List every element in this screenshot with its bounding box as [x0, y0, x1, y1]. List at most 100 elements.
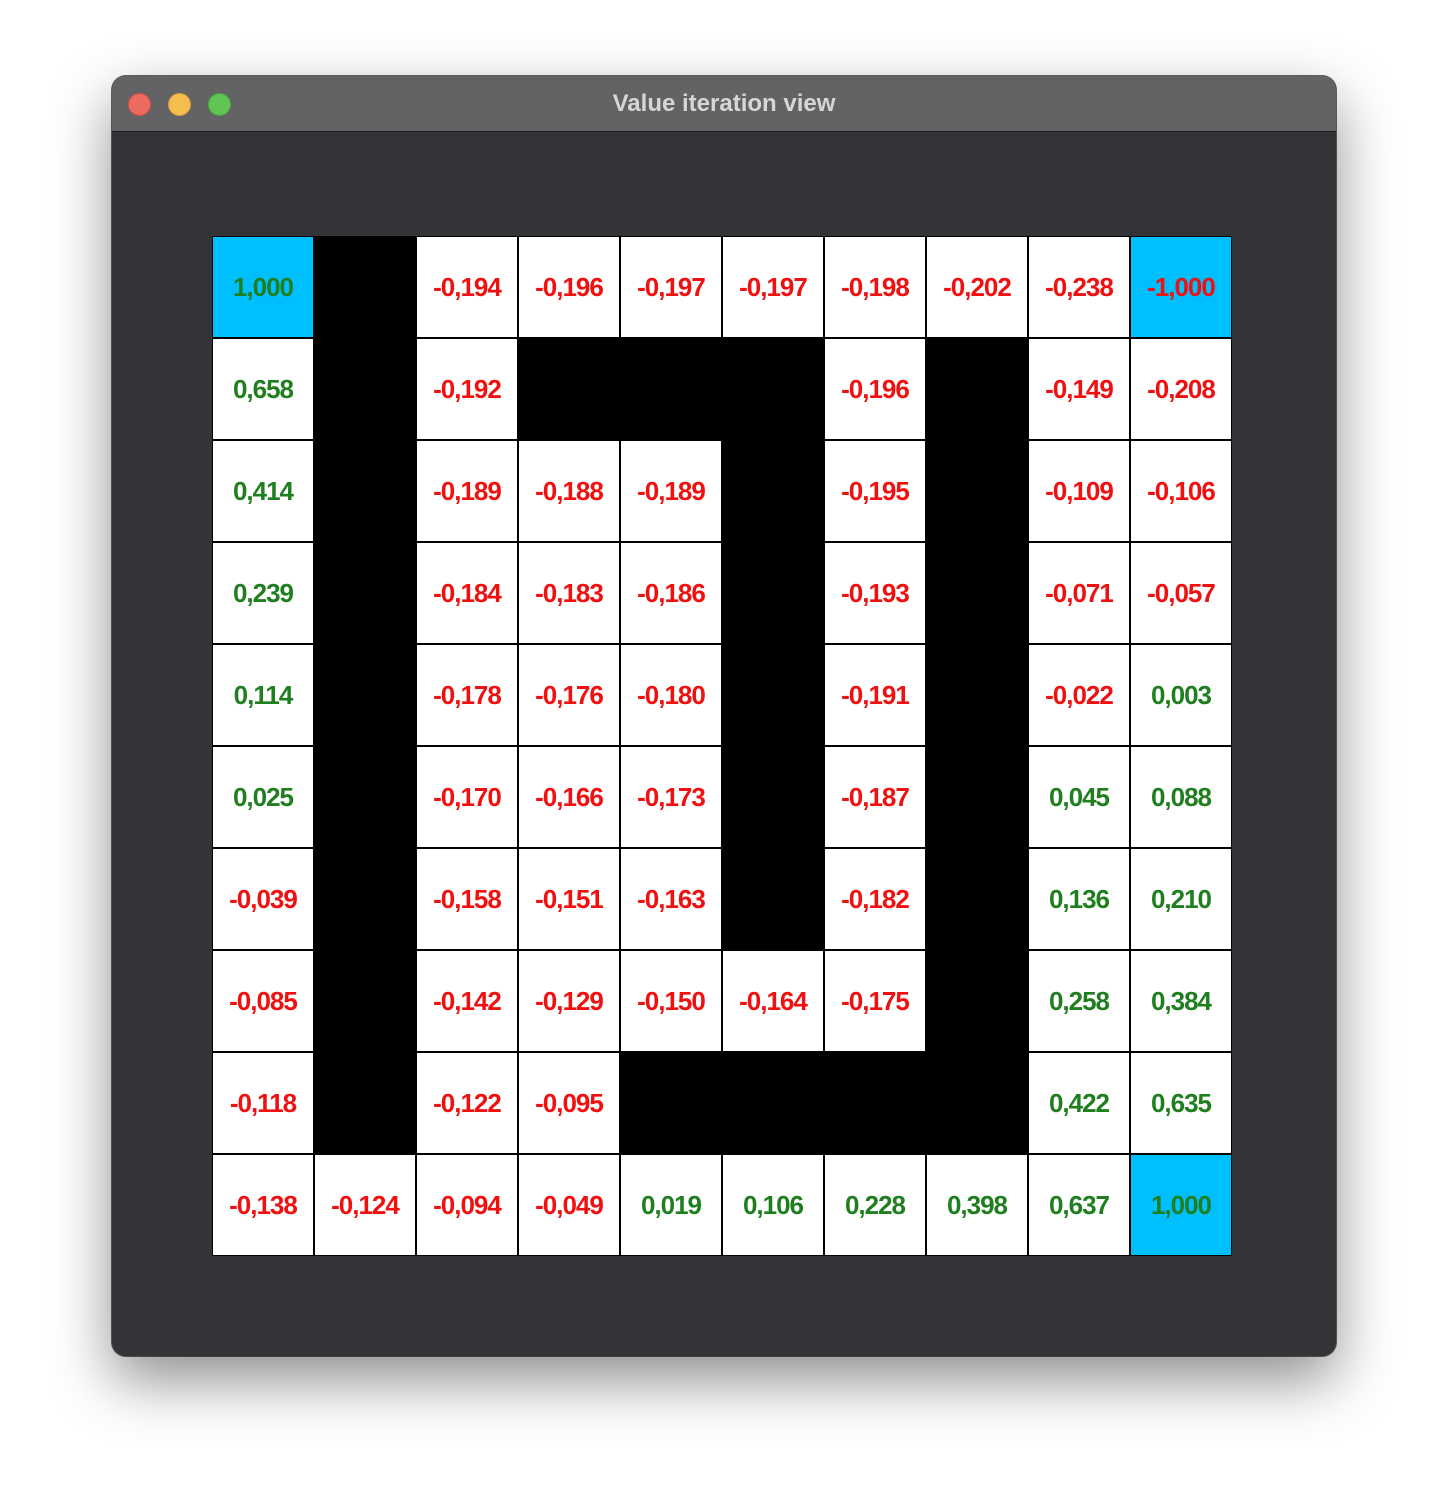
wall-cell — [314, 1052, 416, 1154]
state-cell: -0,186 — [620, 542, 722, 644]
state-cell: 0,384 — [1130, 950, 1232, 1052]
state-cell: 0,136 — [1028, 848, 1130, 950]
state-cell: -0,166 — [518, 746, 620, 848]
state-cell: 0,422 — [1028, 1052, 1130, 1154]
state-cell: -0,187 — [824, 746, 926, 848]
wall-cell — [926, 950, 1028, 1052]
wall-cell — [926, 1052, 1028, 1154]
wall-cell — [926, 848, 1028, 950]
state-cell: 0,258 — [1028, 950, 1130, 1052]
state-cell: -0,106 — [1130, 440, 1232, 542]
wall-cell — [314, 338, 416, 440]
state-cell: -0,094 — [416, 1154, 518, 1256]
wall-cell — [722, 746, 824, 848]
state-cell: -0,194 — [416, 236, 518, 338]
state-cell: -0,163 — [620, 848, 722, 950]
state-cell: -0,122 — [416, 1052, 518, 1154]
state-cell: 0,088 — [1130, 746, 1232, 848]
state-cell: -0,202 — [926, 236, 1028, 338]
state-cell: -0,129 — [518, 950, 620, 1052]
state-cell: -0,178 — [416, 644, 518, 746]
terminal-cell: 1,000 — [1130, 1154, 1232, 1256]
state-cell: 0,239 — [212, 542, 314, 644]
state-cell: -0,176 — [518, 644, 620, 746]
state-cell: 0,003 — [1130, 644, 1232, 746]
state-cell: -0,198 — [824, 236, 926, 338]
state-cell: -0,196 — [518, 236, 620, 338]
state-cell: -0,164 — [722, 950, 824, 1052]
state-cell: -0,182 — [824, 848, 926, 950]
wall-cell — [314, 644, 416, 746]
state-cell: -0,189 — [620, 440, 722, 542]
state-cell: -0,197 — [722, 236, 824, 338]
state-cell: -0,057 — [1130, 542, 1232, 644]
state-cell: -0,195 — [824, 440, 926, 542]
state-cell: -0,238 — [1028, 236, 1130, 338]
state-cell: -0,208 — [1130, 338, 1232, 440]
state-cell: -0,173 — [620, 746, 722, 848]
state-cell: -0,193 — [824, 542, 926, 644]
state-cell: 0,045 — [1028, 746, 1130, 848]
state-cell: -0,191 — [824, 644, 926, 746]
wall-cell — [926, 440, 1028, 542]
wall-cell — [926, 644, 1028, 746]
wall-cell — [314, 848, 416, 950]
terminal-cell: 1,000 — [212, 236, 314, 338]
state-cell: -0,085 — [212, 950, 314, 1052]
wall-cell — [518, 338, 620, 440]
state-cell: 0,228 — [824, 1154, 926, 1256]
state-cell: 0,025 — [212, 746, 314, 848]
state-cell: -0,189 — [416, 440, 518, 542]
state-cell: -0,170 — [416, 746, 518, 848]
state-cell: -0,071 — [1028, 542, 1130, 644]
terminal-cell: -1,000 — [1130, 236, 1232, 338]
wall-cell — [314, 542, 416, 644]
state-cell: 0,019 — [620, 1154, 722, 1256]
state-cell: 0,114 — [212, 644, 314, 746]
state-cell: -0,180 — [620, 644, 722, 746]
wall-cell — [722, 440, 824, 542]
state-cell: -0,197 — [620, 236, 722, 338]
state-cell: 0,637 — [1028, 1154, 1130, 1256]
state-cell: -0,049 — [518, 1154, 620, 1256]
wall-cell — [926, 746, 1028, 848]
wall-cell — [620, 338, 722, 440]
state-cell: -0,149 — [1028, 338, 1130, 440]
wall-cell — [824, 1052, 926, 1154]
state-cell: -0,175 — [824, 950, 926, 1052]
wall-cell — [314, 440, 416, 542]
state-cell: -0,183 — [518, 542, 620, 644]
wall-cell — [926, 338, 1028, 440]
state-cell: -0,150 — [620, 950, 722, 1052]
wall-cell — [722, 1052, 824, 1154]
state-cell: 0,210 — [1130, 848, 1232, 950]
state-cell: 0,106 — [722, 1154, 824, 1256]
state-cell: -0,095 — [518, 1052, 620, 1154]
value-grid: 1,000 -0,194 -0,196 -0,197 -0,197 -0,198 -0,20… — [212, 236, 1232, 1256]
state-cell: -0,142 — [416, 950, 518, 1052]
wall-cell — [722, 338, 824, 440]
title-bar[interactable]: Value iteration view — [112, 76, 1336, 132]
state-cell: 0,398 — [926, 1154, 1028, 1256]
wall-cell — [722, 542, 824, 644]
state-cell: -0,124 — [314, 1154, 416, 1256]
wall-cell — [722, 848, 824, 950]
app-window: Value iteration view 1,000 -0,194 -0,196 -0… — [112, 76, 1336, 1356]
state-cell: -0,118 — [212, 1052, 314, 1154]
window-title: Value iteration view — [612, 90, 836, 117]
state-cell: -0,184 — [416, 542, 518, 644]
state-cell: 0,414 — [212, 440, 314, 542]
state-cell: -0,138 — [212, 1154, 314, 1256]
state-cell: 0,635 — [1130, 1052, 1232, 1154]
state-cell: -0,109 — [1028, 440, 1130, 542]
state-cell: -0,022 — [1028, 644, 1130, 746]
wall-cell — [722, 644, 824, 746]
state-cell: 0,658 — [212, 338, 314, 440]
wall-cell — [314, 746, 416, 848]
state-cell: -0,158 — [416, 848, 518, 950]
state-cell: -0,039 — [212, 848, 314, 950]
state-cell: -0,151 — [518, 848, 620, 950]
state-cell: -0,196 — [824, 338, 926, 440]
state-cell: -0,188 — [518, 440, 620, 542]
wall-cell — [314, 236, 416, 338]
